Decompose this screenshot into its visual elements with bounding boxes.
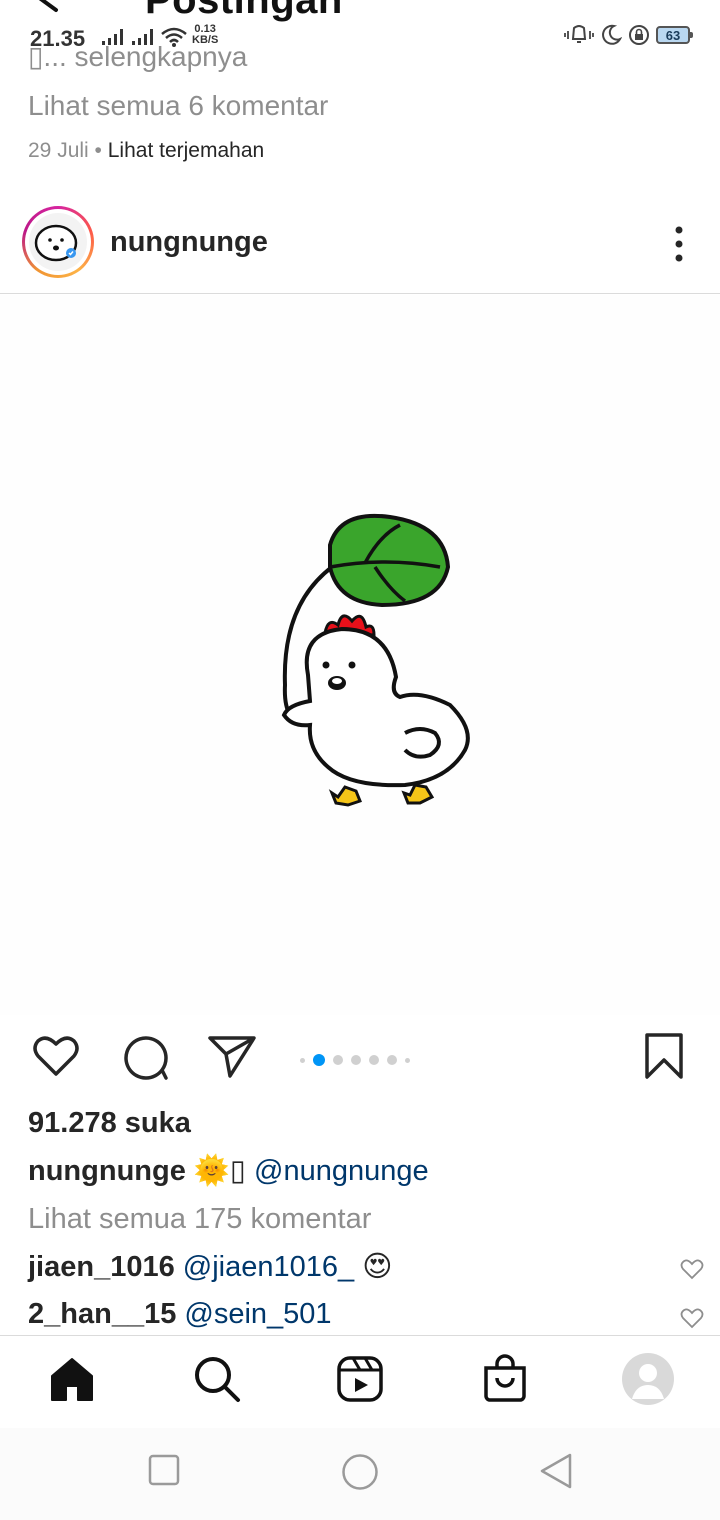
comment-mention[interactable]: @jiaen1016_ [183,1251,354,1283]
home-icon[interactable] [47,1354,97,1404]
comment-icon[interactable] [118,1030,170,1082]
comment-username[interactable]: jiaen_1016 [28,1251,175,1283]
carousel-dot [351,1055,361,1065]
heart-icon[interactable] [30,1030,82,1082]
default-avatar-icon [632,1364,664,1399]
caption-mention[interactable]: @nungnunge [254,1155,429,1187]
rotation-lock-icon [629,25,649,45]
post-username[interactable]: nungnunge [110,226,268,259]
bookmark-icon[interactable] [642,1030,686,1082]
carousel-indicator [300,1054,410,1066]
system-nav [0,1428,720,1520]
vibrate-icon [564,25,594,43]
status-icons: 63 [564,24,693,46]
story-avatar[interactable] [22,206,94,278]
chicken-illustration [281,513,470,807]
avatar-face-icon [34,224,78,262]
bottom-nav [0,1335,720,1427]
previous-post-meta: 29 Juli • Lihat terjemahan [28,139,264,163]
post-action-bar [0,1030,720,1090]
send-icon[interactable] [206,1030,258,1082]
moon-icon [602,24,622,45]
comment-username[interactable]: 2_han__15 [28,1298,176,1330]
comment-row: 2_han__15 @sein_501 [28,1298,708,1331]
caption-username[interactable]: nungnunge [28,1155,186,1187]
more-options-icon[interactable] [674,224,684,264]
carousel-dot [369,1055,379,1065]
back-triangle-icon[interactable] [538,1452,574,1490]
caption-text: 🌞▯ [185,1155,255,1187]
carousel-dot [405,1057,410,1063]
post-caption: nungnunge 🌞▯ @nungnunge [28,1153,429,1188]
comment-heart-icon[interactable] [680,1257,704,1281]
like-count[interactable]: 91.278 suka [28,1107,191,1140]
carousel-dot [387,1055,397,1065]
comment-mention[interactable]: @sein_501 [184,1298,331,1330]
previous-post-more-link[interactable]: ▯... selengkapnya [28,40,247,73]
reels-icon[interactable] [335,1354,385,1404]
meta-separator: • [94,139,102,162]
home-circle-icon[interactable] [341,1453,379,1491]
carousel-dot-active [313,1054,325,1066]
profile-icon [622,1353,674,1405]
page-title: Postingan [145,0,343,22]
profile-tab[interactable] [622,1353,674,1405]
comment-row: jiaen_1016 @jiaen1016_ 😍 [28,1249,708,1284]
battery-indicator: 63 [656,26,693,44]
carousel-dot [300,1057,305,1063]
comment-heart-icon[interactable] [680,1306,704,1330]
search-icon[interactable] [192,1354,242,1404]
avatar [29,213,87,271]
carousel-dot [333,1055,343,1065]
translate-link[interactable]: Lihat terjemahan [108,139,264,162]
previous-post-date: 29 Juli [28,139,89,162]
avatar-border [25,209,91,275]
recents-icon[interactable] [148,1454,180,1486]
back-arrow-icon[interactable] [30,0,90,16]
view-all-comments-link[interactable]: Lihat semua 175 komentar [28,1203,371,1236]
post-header: nungnunge [0,204,720,294]
comment-text: 😍 [354,1251,393,1283]
previous-post-view-comments[interactable]: Lihat semua 6 komentar [28,90,328,122]
shop-icon[interactable] [480,1354,530,1404]
